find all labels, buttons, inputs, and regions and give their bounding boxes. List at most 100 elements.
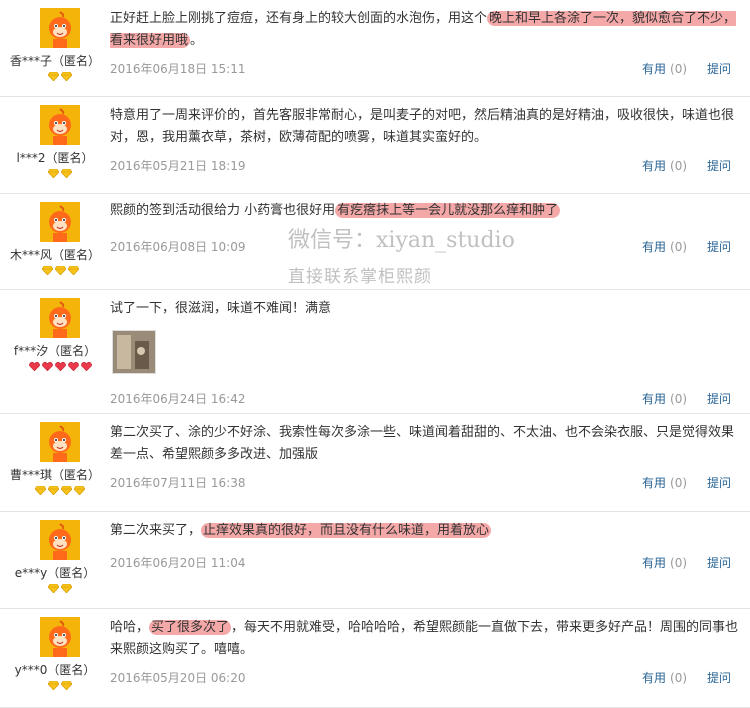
useful-label: 有用 [642,392,667,406]
review-date: 2016年06月20日 11:04 [110,556,246,570]
reviewer-name: l***2（匿名） [16,151,94,165]
review-text-segment: 试了一下，很滋润，味道不难闻！满意 [110,301,332,316]
ask-button[interactable]: 提问 [707,60,731,77]
review-text: 特意用了一周来评价的，首先客服非常耐心，是叫麦子的对吧，然后精油真的是好精油，吸… [110,105,740,149]
review-text-segment: 。 [190,33,204,48]
credit-heart-badges [0,362,120,374]
review-text: 第二次来买了， 止痒效果真的很好，而且没有什么味道，用着放心 [110,520,740,542]
review-item: e***y（匿名） 第二次来买了， 止痒效果真的很好，而且没有什么味道，用着放心 20… [0,512,750,609]
ask-button[interactable]: 提问 [707,669,731,686]
useful-button[interactable]: 有用 (0) [642,669,687,686]
avatar[interactable] [40,8,80,48]
heart-icon [67,362,79,371]
diamond-icon [48,486,59,495]
credit-diamond-badges [0,72,120,84]
credit-diamond-badges [0,584,120,596]
useful-count: (0) [670,671,688,685]
highlighted-text: 有疙瘩抹上等一会儿就没那么痒和肿了 [335,203,561,218]
review-item: f***汐（匿名） 试了一下，很滋润，味道不难闻！满意 2016年06月24日 16… [0,290,750,414]
ask-button[interactable]: 提问 [707,474,731,491]
ask-button[interactable]: 提问 [707,238,731,255]
review-text-segment: 特意用了一周来评价的，首先客服非常耐心，是叫麦子的对吧，然后精油真的是好精油，吸… [110,108,735,145]
diamond-icon [67,266,79,275]
diamond-icon [61,681,72,690]
useful-count: (0) [670,240,688,254]
review-text: 正好赶上脸上刚挑了痘痘，还有身上的较大创面的水泡伤，用这个 晚上和早上各涂了一次，… [110,8,740,52]
ask-button[interactable]: 提问 [707,390,731,407]
useful-count: (0) [670,476,688,490]
useful-button[interactable]: 有用 (0) [642,60,687,77]
review-item: 曹***琪（匿名） 第二次买了、涂的少不好涂、我索性每次多涂一些、味道闻着甜甜的、… [0,414,750,512]
useful-label: 有用 [642,476,667,490]
reviewer-name: 木***风（匿名） [9,248,100,262]
useful-label: 有用 [642,671,667,685]
review-text: 熙颜的签到活动很给力 小药膏也很好用 有疙瘩抹上等一会儿就没那么痒和肿了 [110,200,740,222]
heart-icon [54,362,66,371]
avatar[interactable] [40,422,80,462]
useful-label: 有用 [642,240,667,254]
useful-button[interactable]: 有用 (0) [642,554,687,571]
highlighted-text: 买了很多次了 [149,620,232,635]
highlighted-text: 止痒效果真的很好，而且没有什么味道，用着放心 [201,523,492,538]
ask-button[interactable]: 提问 [707,157,731,174]
avatar[interactable] [40,105,80,145]
heart-icon [28,362,40,371]
credit-diamond-badges [0,169,120,181]
review-photo-thumbnail[interactable] [112,330,156,374]
ask-button[interactable]: 提问 [707,554,731,571]
useful-button[interactable]: 有用 (0) [642,238,687,255]
review-item: y***0（匿名） 哈哈， 买了很多次了 ，每天不用就难受，哈哈哈哈，希望熙颜能一直做… [0,609,750,708]
review-text: 第二次买了、涂的少不好涂、我索性每次多涂一些、味道闻着甜甜的、不太油、也不会染衣… [110,422,740,466]
review-text-segment: 第二次买了、涂的少不好涂、我索性每次多涂一些、味道闻着甜甜的、不太油、也不会染衣… [110,425,735,462]
useful-label: 有用 [642,556,667,570]
reviewer-name: y***0（匿名） [14,663,96,677]
review-text: 试了一下，很滋润，味道不难闻！满意 [110,298,740,320]
review-date: 2016年05月20日 06:20 [110,671,246,685]
useful-count: (0) [670,556,688,570]
review-date: 2016年05月21日 18:19 [110,159,246,173]
review-date: 2016年07月11日 16:38 [110,476,246,490]
diamond-icon [61,584,72,593]
useful-button[interactable]: 有用 (0) [642,157,687,174]
review-date: 2016年06月08日 10:09 [110,240,246,254]
avatar[interactable] [40,202,80,242]
avatar[interactable] [40,298,80,338]
review-text-segment: 正好赶上脸上刚挑了痘痘，还有身上的较大创面的水泡伤，用这个 [110,11,488,26]
review-text-segment: 第二次来买了， [110,523,202,538]
review-item: 香***子（匿名） 正好赶上脸上刚挑了痘痘，还有身上的较大创面的水泡伤，用这个 晚上… [0,0,750,97]
diamond-icon [48,72,59,81]
useful-label: 有用 [642,159,667,173]
useful-count: (0) [670,159,688,173]
diamond-icon [48,169,59,178]
review-item: l***2（匿名） 特意用了一周来评价的，首先客服非常耐心，是叫麦子的对吧，然后精… [0,97,750,194]
diamond-icon [74,486,85,495]
diamond-icon [48,681,59,690]
useful-count: (0) [670,62,688,76]
useful-button[interactable]: 有用 (0) [642,474,687,491]
credit-diamond-badges [0,486,120,498]
review-text: 哈哈， 买了很多次了 ，每天不用就难受，哈哈哈哈，希望熙颜能一直做下去，带来更多好产… [110,617,740,661]
reviewer-name: 曹***琪（匿名） [9,468,100,482]
review-date: 2016年06月18日 15:11 [110,62,246,76]
review-text-segment: 熙颜的签到活动很给力 小药膏也很好用 [110,203,336,218]
diamond-icon [61,486,72,495]
credit-diamond-badges [0,266,120,278]
diamond-icon [48,584,59,593]
useful-button[interactable]: 有用 (0) [642,390,687,407]
heart-icon [41,362,53,371]
heart-icon [80,362,92,371]
reviewer-name: 香***子（匿名） [9,54,100,68]
useful-count: (0) [670,392,688,406]
useful-label: 有用 [642,62,667,76]
diamond-icon [61,72,72,81]
avatar[interactable] [40,520,80,560]
diamond-icon [41,266,53,275]
diamond-icon [54,266,66,275]
review-text-segment: 哈哈， [110,620,150,635]
reviewer-name: e***y（匿名） [14,566,96,580]
review-date: 2016年06月24日 16:42 [110,392,246,406]
avatar[interactable] [40,617,80,657]
diamond-icon [61,169,72,178]
diamond-icon [35,486,46,495]
reviewer-name: f***汐（匿名） [13,344,97,358]
